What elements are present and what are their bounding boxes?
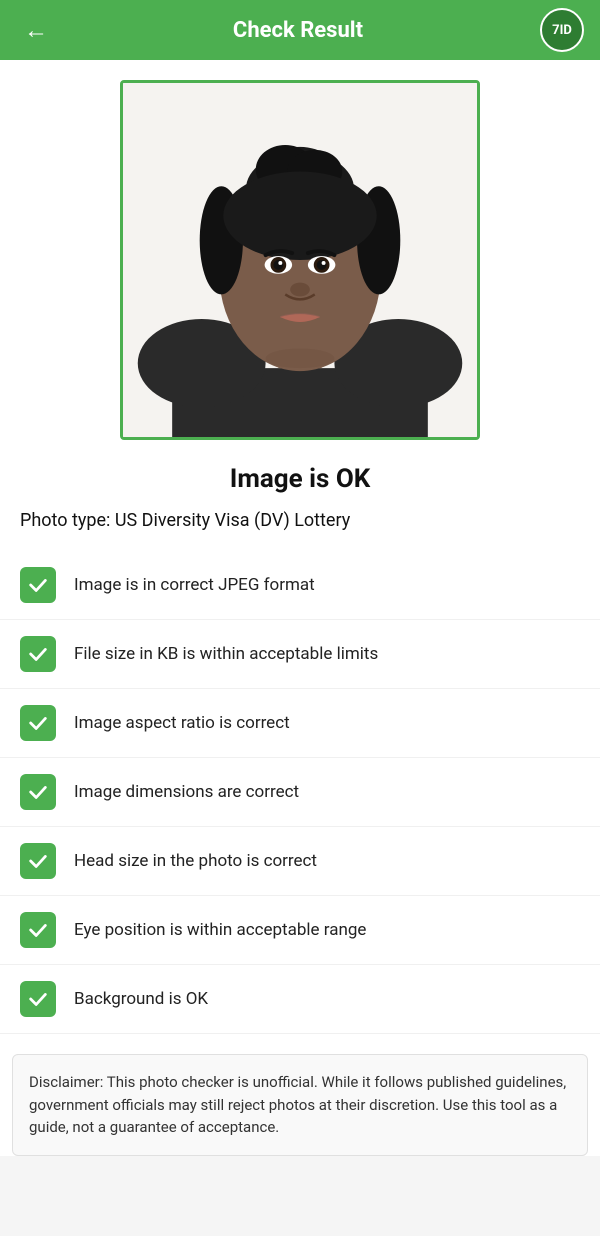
- check-icon-dimensions: [20, 774, 56, 810]
- app-logo: 7ID: [540, 8, 584, 52]
- main-content: Image is OK Photo type: US Diversity Vis…: [0, 60, 600, 1156]
- check-icon-head-size: [20, 843, 56, 879]
- photo-container: [0, 60, 600, 450]
- check-icon-eye-position: [20, 912, 56, 948]
- check-item-background: Background is OK: [0, 965, 600, 1034]
- back-button[interactable]: ←: [16, 8, 56, 53]
- check-label-dimensions: Image dimensions are correct: [74, 781, 299, 803]
- check-icon-file-size: [20, 636, 56, 672]
- check-icon-background: [20, 981, 56, 1017]
- check-list: Image is in correct JPEG format File siz…: [0, 547, 600, 1038]
- check-item-eye-position: Eye position is within acceptable range: [0, 896, 600, 965]
- check-item-aspect-ratio: Image aspect ratio is correct: [0, 689, 600, 758]
- check-item-head-size: Head size in the photo is correct: [0, 827, 600, 896]
- check-item-file-size: File size in KB is within acceptable lim…: [0, 620, 600, 689]
- app-header: ← Check Result 7ID: [0, 0, 600, 60]
- photo-frame: [120, 80, 480, 440]
- status-title: Image is OK: [0, 450, 600, 502]
- check-icon-jpeg-format: [20, 567, 56, 603]
- check-item-dimensions: Image dimensions are correct: [0, 758, 600, 827]
- check-item-jpeg-format: Image is in correct JPEG format: [0, 551, 600, 620]
- page-title: Check Result: [56, 18, 540, 43]
- photo-type-label: Photo type: US Diversity Visa (DV) Lotte…: [0, 502, 600, 547]
- disclaimer-text: Disclaimer: This photo checker is unoffi…: [29, 1073, 566, 1136]
- check-label-aspect-ratio: Image aspect ratio is correct: [74, 712, 290, 734]
- check-label-head-size: Head size in the photo is correct: [74, 850, 317, 872]
- disclaimer-box: Disclaimer: This photo checker is unoffi…: [12, 1054, 588, 1156]
- check-label-background: Background is OK: [74, 988, 208, 1010]
- check-icon-aspect-ratio: [20, 705, 56, 741]
- check-label-file-size: File size in KB is within acceptable lim…: [74, 643, 378, 665]
- photo-image: [123, 83, 477, 437]
- check-label-jpeg-format: Image is in correct JPEG format: [74, 574, 315, 596]
- check-label-eye-position: Eye position is within acceptable range: [74, 919, 366, 941]
